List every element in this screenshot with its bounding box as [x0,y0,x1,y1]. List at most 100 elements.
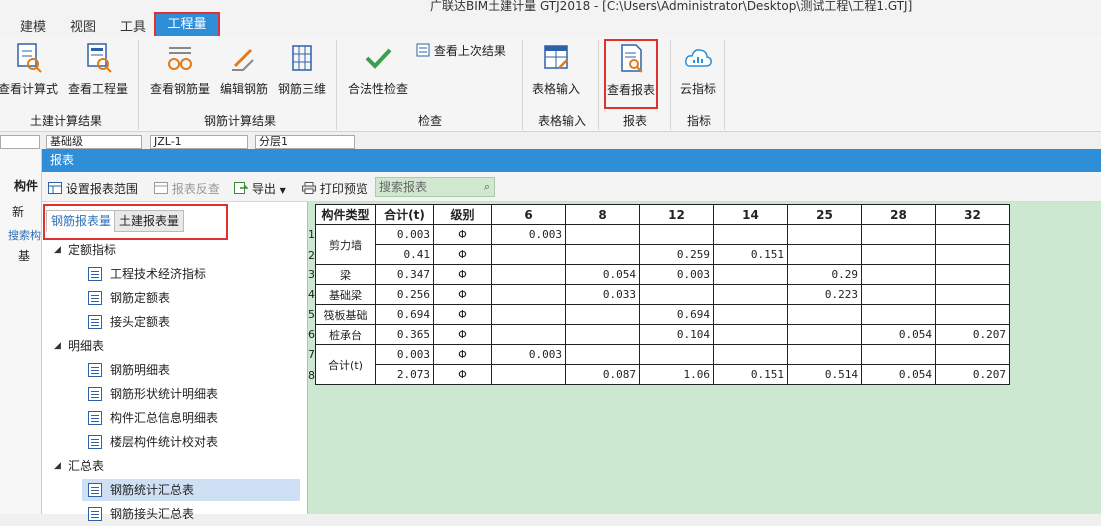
layer-dropdown[interactable]: 分层1 [255,135,355,149]
view-rebar-button[interactable]: 查看钢筋量 [148,42,212,97]
set-report-range-button[interactable]: 设置报表范围 [48,180,138,197]
grade-cell: Φ [433,364,492,385]
component-type-label: 合计(t) [328,358,363,372]
menu-modeling[interactable]: 建模 [20,16,46,35]
total-cell: 0.003 [375,224,434,245]
diameter-value-cell [861,304,936,325]
grade-cell: Φ [433,244,492,265]
export-button[interactable]: 导出 ▼ [234,180,286,197]
search-icon[interactable]: ⌕ [484,178,490,196]
tree-group[interactable]: ◢ 定额指标 [42,238,308,262]
tree-item[interactable]: 钢筋接头汇总表 [42,502,308,526]
component-panel-header: 构件 [14,179,39,193]
row-number: 3 [308,268,315,281]
diameter-value-cell [491,244,566,265]
diameter-value-cell: 0.151 [713,244,788,265]
report-doc-icon [88,483,102,497]
table-row: 0.41 Φ 0.259 0.151 [316,244,1010,265]
view-formula-button[interactable]: 查看计算式 [0,42,58,97]
tree-item-label: 钢筋定额表 [110,291,171,305]
edit-rebar-icon [232,48,254,71]
row-number: 1 [308,228,315,241]
menu-tools[interactable]: 工具 [120,16,146,35]
total-cell: 0.365 [375,324,434,345]
edit-rebar-label: 编辑钢筋 [219,82,268,96]
view-report-button[interactable]: 查看报表 [604,39,658,109]
view-quantity-button[interactable]: 查看工程量 [66,42,130,97]
tree-item[interactable]: 钢筋统计汇总表 [42,478,308,502]
diameter-value-cell: 0.514 [787,364,862,385]
diameter-value-cell [565,344,640,365]
validity-check-button[interactable]: 合法性检查 [346,42,410,97]
tree-item-label: 工程技术经济指标 [110,267,207,281]
diameter-value-cell: 1.06 [639,364,714,385]
row-number: 5 [308,308,315,321]
tree-item[interactable]: 楼层构件统计校对表 [42,430,308,454]
diameter-value-cell [491,324,566,345]
report-search-input[interactable]: 搜索报表 ⌕ [375,177,495,197]
component-search-input[interactable]: 搜索构 [8,227,41,243]
expand-arrow-icon[interactable]: ◢ [54,238,61,262]
row-number: 7 [308,348,315,361]
group-rebar-results: 钢筋计算结果 [203,114,276,128]
tree-item[interactable]: 构件汇总信息明细表 [42,406,308,430]
grade-cell: Φ [433,304,492,325]
tree-group[interactable]: ◢ 明细表 [42,334,308,358]
grade-cell: Φ [433,324,492,345]
tab-rebar-report[interactable]: 钢筋报表量 [46,210,117,232]
diameter-value-cell [639,224,714,245]
edit-rebar-button[interactable]: 编辑钢筋 [218,42,270,97]
component-dropdown[interactable]: JZL-1 [150,135,248,149]
cloud-index-button[interactable]: 云指标 [676,42,720,97]
tree-item[interactable]: 钢筋定额表 [42,286,308,310]
menu-quantity-tab[interactable]: 工程量 [154,12,220,38]
diameter-value-cell: 0.259 [639,244,714,265]
diameter-value-cell [935,244,1010,265]
diameter-value-cell [713,284,788,305]
print-preview-button[interactable]: 打印预览 [302,180,368,197]
component-panel: 构件 新 搜索构 基 [0,149,42,514]
report-doc-icon [88,267,102,281]
component-type-label: 基础梁 [329,288,362,302]
ribbon-separator [336,40,337,130]
export-icon [234,182,249,194]
diameter-value-cell [861,344,936,365]
diameter-value-cell [861,244,936,265]
last-result-button[interactable]: 查看上次结果 [416,42,512,59]
table-input-button[interactable]: 表格输入 [530,42,582,97]
group-report: 报表 [622,114,647,128]
tree-item[interactable]: 钢筋形状统计明细表 [42,382,308,406]
view-formula-label: 查看计算式 [0,82,59,96]
new-component-button[interactable]: 新 [12,203,24,220]
checkmark-icon [365,48,392,69]
expand-arrow-icon[interactable]: ◢ [54,454,61,478]
rebar-3d-button[interactable]: 钢筋三维 [276,42,328,97]
tab-civil-report[interactable]: 土建报表量 [114,210,185,232]
diameter-value-cell: 0.003 [639,264,714,285]
report-dialog-title: 报表 [42,149,1101,172]
view-report-label: 查看报表 [606,83,655,97]
grade-cell: Φ [433,344,492,365]
print-preview-label: 打印预览 [319,182,368,196]
formula-icon [17,43,42,73]
expand-arrow-icon[interactable]: ◢ [54,334,61,358]
report-reverse-button[interactable]: 报表反查 [154,180,220,197]
cloud-icon [685,49,712,67]
component-type-dropdown[interactable]: 基础级 [46,135,142,149]
chevron-down-icon: ▼ [279,186,286,195]
report-doc-icon [88,507,102,521]
table-input-icon [544,45,568,69]
tree-group[interactable]: ◢ 汇总表 [42,454,308,478]
floor-dropdown[interactable] [0,135,40,149]
tree-item-label: 楼层构件统计校对表 [110,435,219,449]
tree-item[interactable]: 钢筋明细表 [42,358,308,382]
reverse-icon [154,182,168,194]
tree-item[interactable]: 工程技术经济指标 [42,262,308,286]
last-result-icon [416,43,430,57]
table-row: 梁 3 0.347 Φ 0.054 0.003 0.29 [308,264,1010,285]
report-doc-icon [88,363,102,377]
selector-row: 基础级 JZL-1 分层1 [0,133,1101,149]
menu-view[interactable]: 视图 [70,16,96,35]
tree-item[interactable]: 接头定额表 [42,310,308,334]
component-tree-node[interactable]: 基 [18,247,30,264]
